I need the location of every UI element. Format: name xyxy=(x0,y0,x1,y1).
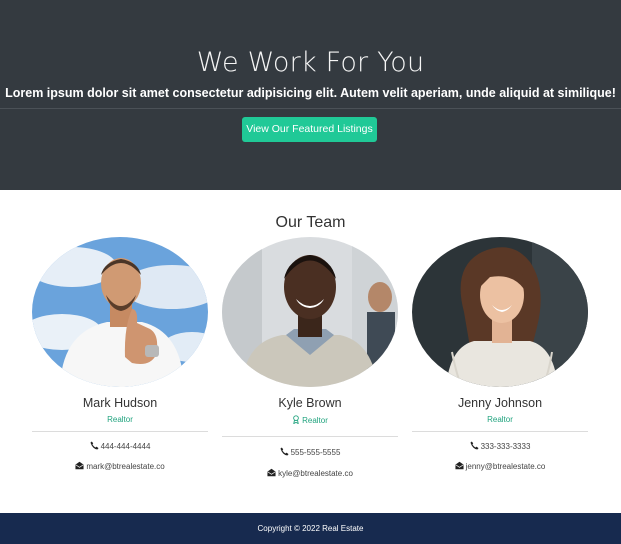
card-divider xyxy=(32,431,208,432)
team-member-role: Realtor xyxy=(302,416,328,425)
team-section-title: Our Team xyxy=(275,214,346,231)
team-member-card: Jenny Johnson Realtor 333-333-3333 jenny… xyxy=(412,237,588,471)
envelope-open-icon xyxy=(455,461,464,470)
footer-copyright: Copyright © 2022 Real Estate xyxy=(257,524,364,533)
phone-icon xyxy=(90,441,99,450)
hero-divider xyxy=(0,108,621,109)
team-member-card: Kyle Brown Realtor 555-555-5555 kyle@btr… xyxy=(222,237,398,478)
team-member-name: Jenny Johnson xyxy=(457,396,543,410)
phone-text: 333-333-3333 xyxy=(480,442,531,451)
envelope-open-icon xyxy=(75,461,84,470)
team-member-photo xyxy=(412,237,588,387)
view-featured-listings-button[interactable]: View Our Featured Listings xyxy=(242,117,377,142)
team-member-photo xyxy=(32,237,208,387)
email-text: jenny@btrealestate.co xyxy=(465,462,546,471)
team-member-phone: 555-555-5555 xyxy=(222,447,398,457)
team-member-phone: 333-333-3333 xyxy=(412,441,588,451)
team-member-role: Realtor xyxy=(107,415,133,424)
team-member-role: Realtor xyxy=(487,415,513,424)
envelope-open-icon xyxy=(267,468,276,477)
card-divider xyxy=(222,436,398,437)
team-member-phone: 444-444-4444 xyxy=(32,441,208,451)
team-member-card: Mark Hudson Realtor 444-444-4444 mark@bt… xyxy=(32,237,208,471)
team-member-photo xyxy=(222,237,398,387)
team-member-role-row: Realtor xyxy=(222,415,398,425)
card-divider xyxy=(412,431,588,432)
phone-text: 444-444-4444 xyxy=(100,442,151,451)
email-text: kyle@btrealestate.co xyxy=(278,469,353,478)
footer: Copyright © 2022 Real Estate xyxy=(0,513,621,544)
team-member-name: Kyle Brown xyxy=(278,396,342,410)
award-icon xyxy=(293,415,299,424)
team-member-email: mark@btrealestate.co xyxy=(32,461,208,471)
hero-title: We Work For You xyxy=(196,47,425,78)
phone-text: 555-555-5555 xyxy=(290,448,341,457)
email-text: mark@btrealestate.co xyxy=(86,462,165,471)
phone-icon xyxy=(470,441,479,450)
team-member-name: Mark Hudson xyxy=(82,396,158,410)
team-member-email: kyle@btrealestate.co xyxy=(222,468,398,478)
hero-subtitle: Lorem ipsum dolor sit amet consectetur a… xyxy=(5,86,616,100)
phone-icon xyxy=(280,447,289,456)
hero-section: We Work For You Lorem ipsum dolor sit am… xyxy=(0,0,621,190)
team-member-email: jenny@btrealestate.co xyxy=(412,461,588,471)
